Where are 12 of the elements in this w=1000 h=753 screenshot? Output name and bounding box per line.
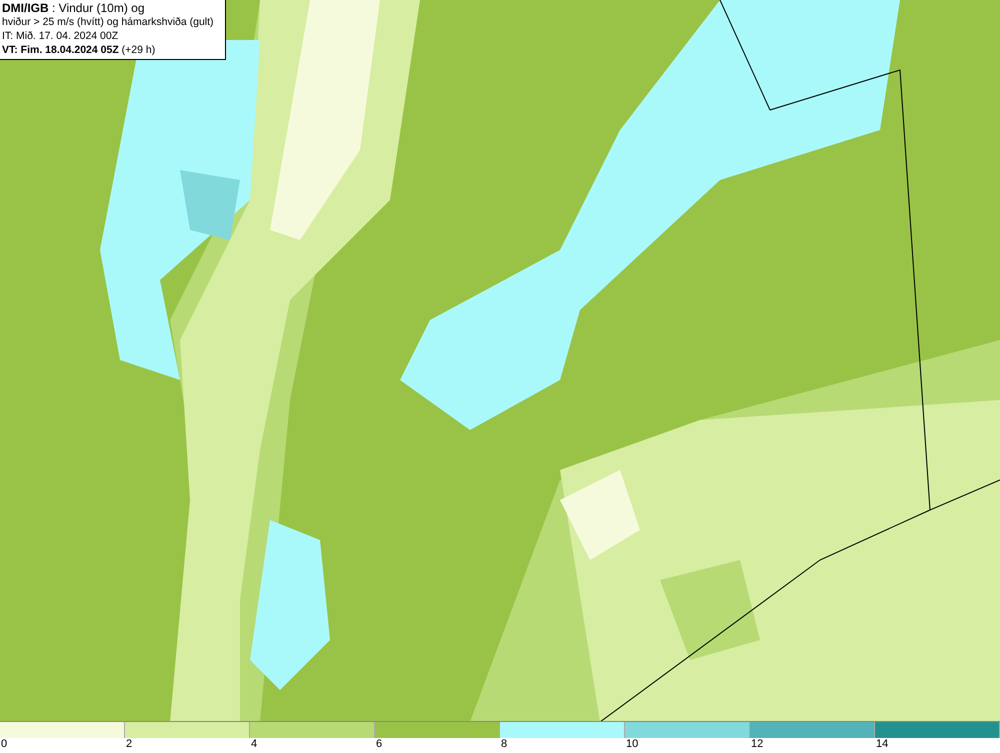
legend-label: 6 [375,738,382,752]
legend-label: 10 [625,738,638,752]
legend-label: 12 [750,738,764,752]
legend-label: 0 [0,738,8,752]
legend-label: 14 [875,738,888,752]
legend-label: 2 [125,738,132,752]
info-text: IT: Mið. 17. 04. 2024 00Z [2,29,120,43]
legend-label: 8 [500,738,508,752]
legend-label: 4 [250,738,258,752]
info-text: VT: Fim. 18.04.2024 05Z (+29 h) [2,43,156,57]
info-text: hviður > 25 m/s (hvítt) og hámarkshviða (gult) [2,15,215,29]
info-text: DMI/IGB : Vindur (10m) og [2,1,146,15]
